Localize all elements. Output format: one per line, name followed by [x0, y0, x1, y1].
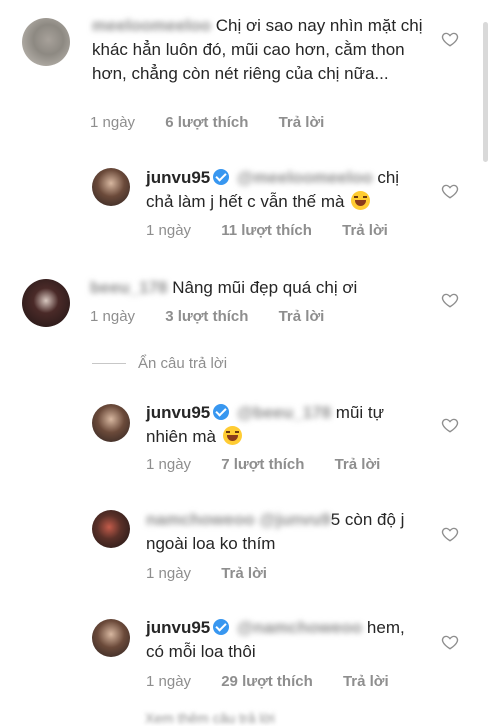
tears-of-joy-emoji-icon	[222, 426, 242, 445]
timestamp: 1 ngày	[90, 114, 136, 131]
heart-outline-icon[interactable]	[441, 416, 459, 434]
timestamp: 1 ngày	[146, 673, 192, 690]
mention[interactable]: @namchoweoo	[237, 618, 362, 637]
comment-text: junvu95 @namchoweoo hem, có mỗi loa thôi	[146, 616, 426, 664]
hide-replies-label: Ẩn câu trả lời	[138, 355, 228, 372]
avatar[interactable]	[22, 279, 70, 327]
username[interactable]: meeloomeeloo	[92, 16, 211, 35]
timestamp: 1 ngày	[146, 565, 192, 582]
avatar[interactable]	[92, 619, 130, 657]
heart-outline-icon[interactable]	[441, 633, 459, 651]
heart-outline-icon[interactable]	[441, 182, 459, 200]
reply-button[interactable]: Trả lời	[335, 456, 381, 473]
avatar[interactable]	[92, 168, 130, 206]
timestamp: 1 ngày	[146, 222, 192, 239]
username[interactable]: junvu95	[146, 403, 210, 422]
mention[interactable]: @junvu9	[259, 510, 330, 529]
mention[interactable]: @beeu_178	[237, 403, 331, 422]
reply-button[interactable]: Trả lời	[279, 308, 325, 325]
comment-meta: 1 ngày 7 lượt thích Trả lời	[146, 456, 406, 473]
comment-meta: 1 ngày Trả lời	[146, 565, 293, 582]
username[interactable]: beeu_178	[90, 278, 168, 297]
likes-count[interactable]: 29 lượt thích	[221, 673, 313, 690]
avatar[interactable]	[92, 510, 130, 548]
verified-badge-icon	[213, 169, 230, 185]
likes-count[interactable]: 6 lượt thích	[165, 114, 248, 131]
reply-button[interactable]: Trả lời	[343, 673, 389, 690]
reply-button[interactable]: Trả lời	[221, 565, 267, 582]
comment-body: Nâng mũi đẹp quá chị ơi	[172, 278, 358, 297]
heart-outline-icon[interactable]	[441, 30, 459, 48]
comment-text: namchoweoo @junvu95 còn độ j ngoài loa k…	[146, 508, 426, 556]
mention[interactable]: @meeloomeeloo	[237, 168, 373, 187]
likes-count[interactable]: 7 lượt thích	[221, 456, 304, 473]
comment-meta: 1 ngày 11 lượt thích Trả lời	[146, 222, 414, 239]
verified-badge-icon	[213, 404, 230, 420]
more-replies-link[interactable]: Xem thêm câu trả lời	[145, 710, 275, 726]
verified-badge-icon	[213, 619, 230, 635]
timestamp: 1 ngày	[90, 308, 136, 325]
comment-text: junvu95 @meeloomeeloo chị chả làm j hết …	[146, 166, 426, 214]
heart-outline-icon[interactable]	[441, 525, 459, 543]
comment-text: junvu95 @beeu_178 mũi tự nhiên mà	[146, 401, 426, 449]
hide-replies-button[interactable]: Ẩn câu trả lời	[92, 355, 227, 372]
rofl-emoji-icon	[351, 191, 371, 210]
scrollbar[interactable]	[483, 22, 488, 162]
avatar[interactable]	[92, 404, 130, 442]
comment-meta: 1 ngày 29 lượt thích Trả lời	[146, 673, 415, 690]
reply-button[interactable]: Trả lời	[342, 222, 388, 239]
comment-meta: 1 ngày 6 lượt thích Trả lời	[90, 114, 350, 131]
comment-text: meeloomeeloo Chị ơi sao nay nhìn mặt chị…	[92, 14, 427, 86]
avatar[interactable]	[22, 18, 70, 66]
username[interactable]: junvu95	[146, 618, 210, 637]
timestamp: 1 ngày	[146, 456, 192, 473]
heart-outline-icon[interactable]	[441, 291, 459, 309]
comment-meta: 1 ngày 3 lượt thích Trả lời	[90, 308, 350, 325]
username[interactable]: namchoweoo	[146, 510, 255, 529]
likes-count[interactable]: 3 lượt thích	[165, 308, 248, 325]
comment-text: beeu_178 Nâng mũi đẹp quá chị ơi	[90, 276, 430, 300]
likes-count[interactable]: 11 lượt thích	[221, 222, 312, 239]
divider	[92, 363, 126, 364]
reply-button[interactable]: Trả lời	[279, 114, 325, 131]
username[interactable]: junvu95	[146, 168, 210, 187]
